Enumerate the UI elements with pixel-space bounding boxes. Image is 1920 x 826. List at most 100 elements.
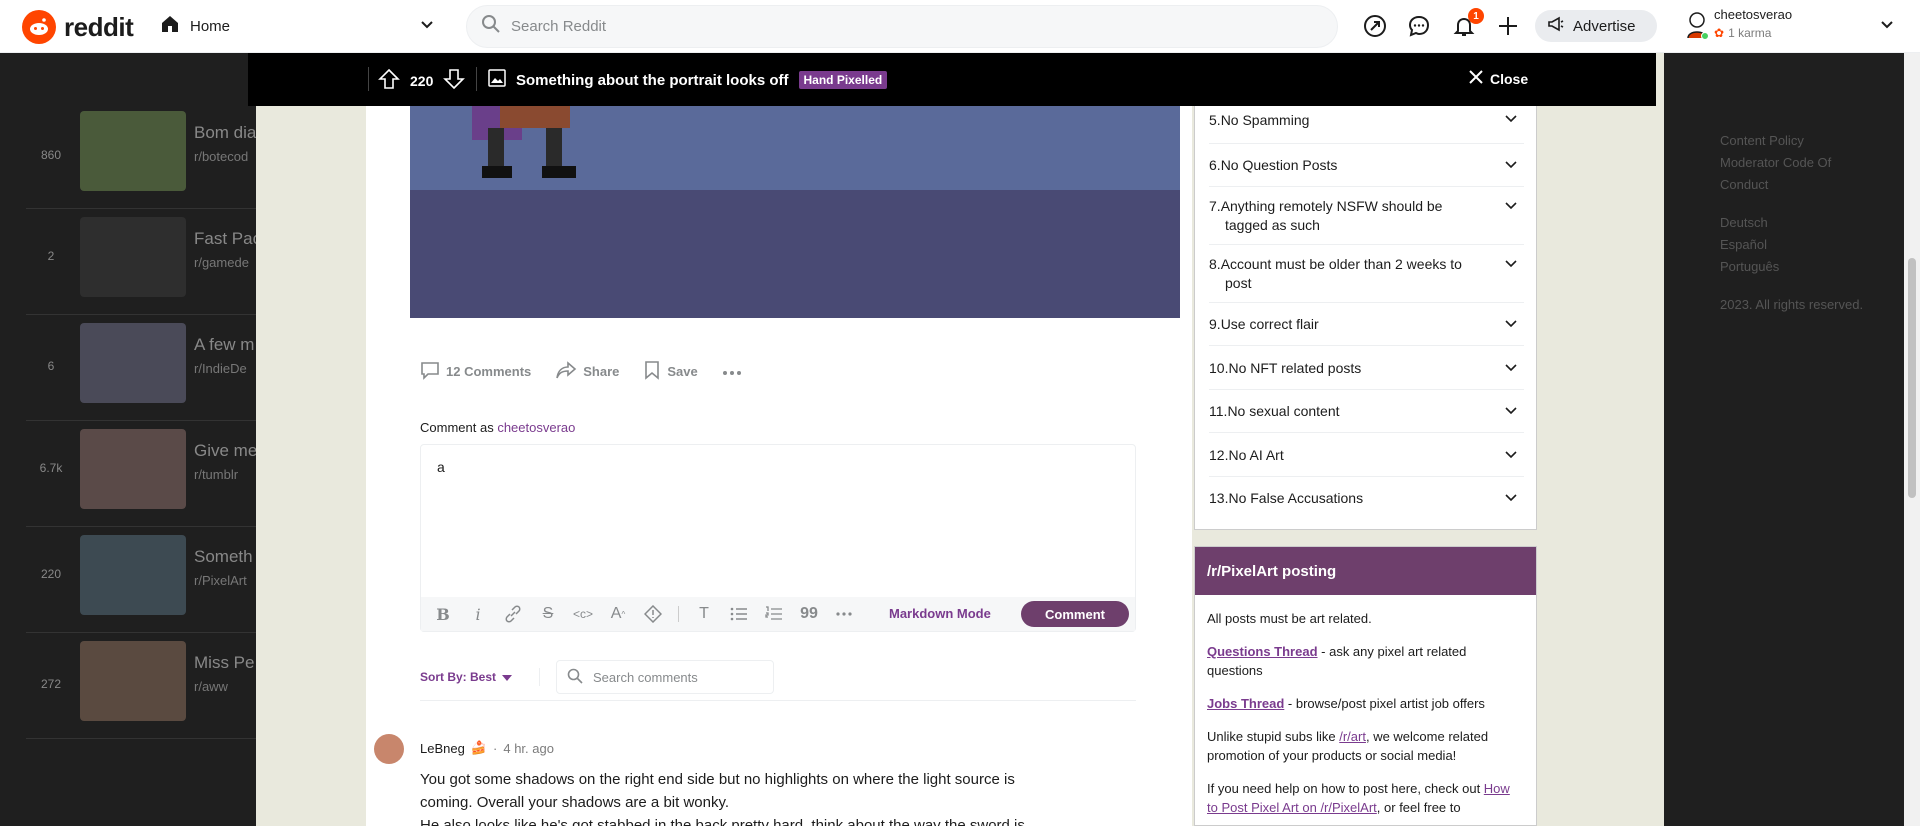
chevron-down-icon — [1880, 18, 1894, 37]
rule-number: 7. — [1209, 198, 1221, 214]
spoiler-icon[interactable] — [643, 604, 663, 624]
share-label: Share — [583, 364, 620, 379]
feed-item[interactable]: 860 Bom dia r/botecod — [26, 103, 256, 209]
footer-link[interactable]: Conduct — [1720, 174, 1863, 196]
rule-item[interactable]: 12.No AI Art — [1209, 433, 1524, 477]
share-button[interactable]: Share — [555, 360, 619, 383]
create-post-icon[interactable] — [1496, 14, 1520, 38]
comment-icon — [420, 360, 440, 383]
comment-submit-button[interactable]: Comment — [1021, 601, 1129, 627]
divider — [368, 67, 369, 91]
search-input[interactable]: Search Reddit — [511, 18, 606, 35]
widget-paragraph: Unlike stupid subs like /r/art, we welco… — [1207, 727, 1524, 765]
home-dropdown[interactable]: Home — [160, 12, 438, 40]
rule-number: 8. — [1209, 256, 1221, 272]
footer-link[interactable]: Português — [1720, 256, 1863, 278]
save-button[interactable]: Save — [643, 360, 698, 383]
bulleted-list-icon[interactable] — [729, 604, 749, 624]
footer-link[interactable]: Deutsch — [1720, 212, 1863, 234]
rule-item[interactable]: 5.No Spamming — [1209, 106, 1524, 144]
rule-number: 6. — [1209, 157, 1221, 173]
rule-item[interactable]: 10.No NFT related posts — [1209, 346, 1524, 390]
feed-item[interactable]: 6.7k Give me r/tumblr — [26, 421, 257, 527]
popular-icon[interactable] — [1363, 14, 1387, 38]
pixel-character-legs — [472, 106, 576, 178]
rule-item[interactable]: 7.Anything remotely NSFW should be tagge… — [1209, 187, 1524, 245]
feed-subreddit: r/gamede — [194, 255, 249, 270]
reddit-logo[interactable]: reddit — [22, 10, 134, 44]
downvote-icon[interactable] — [443, 68, 466, 93]
advertise-button[interactable]: Advertise — [1535, 10, 1657, 42]
chevron-down-icon — [1504, 317, 1518, 334]
feed-subreddit: r/aww — [194, 679, 228, 694]
post-image[interactable] — [410, 106, 1180, 318]
user-menu[interactable]: cheetosverao ✿ 1 karma — [1684, 6, 1894, 46]
superscript-icon[interactable]: A ^ — [608, 604, 628, 624]
rule-item[interactable]: 13.No False Accusations — [1209, 477, 1524, 521]
feed-item[interactable]: 6 A few m r/IndieDe — [26, 315, 256, 421]
link-icon[interactable] — [503, 604, 523, 624]
separator: · — [493, 740, 498, 756]
image-icon — [488, 69, 506, 91]
questions-thread-link[interactable]: Questions Thread — [1207, 644, 1318, 659]
widget-text: , or feel free to — [1376, 800, 1461, 815]
rule-label: No AI Art — [1228, 447, 1284, 463]
comment-search-input[interactable]: Search comments — [593, 670, 698, 685]
heading-icon[interactable]: T — [694, 604, 714, 624]
save-label: Save — [667, 364, 698, 379]
jobs-thread-link[interactable]: Jobs Thread — [1207, 696, 1284, 711]
r-art-link[interactable]: /r/art — [1339, 729, 1366, 744]
footer-link[interactable]: Moderator Code Of — [1720, 152, 1863, 174]
scrollbar[interactable] — [1904, 53, 1920, 826]
comment-textarea[interactable]: a — [437, 459, 445, 475]
feed-item[interactable]: 2 Fast Pac r/gamede — [26, 209, 261, 315]
more-options-icon[interactable] — [722, 364, 742, 379]
bold-icon[interactable]: B — [433, 604, 453, 624]
footer-link[interactable]: Español — [1720, 234, 1863, 256]
search-bar[interactable]: Search Reddit — [466, 5, 1338, 48]
inline-code-icon[interactable]: <c> — [573, 604, 593, 624]
footer-link[interactable]: Content Policy — [1720, 130, 1863, 152]
strikethrough-icon[interactable]: S — [538, 604, 558, 624]
close-button[interactable]: Close — [1468, 69, 1528, 88]
upvote-icon[interactable] — [378, 68, 400, 93]
thumbnail — [80, 429, 186, 509]
markdown-mode-button[interactable]: Markdown Mode — [889, 606, 991, 621]
reddit-alien-icon — [22, 10, 56, 44]
sort-dropdown[interactable]: Sort By: Best — [420, 670, 513, 684]
home-label: Home — [190, 17, 231, 35]
quote-icon[interactable]: 99 — [799, 604, 819, 624]
feed-title: Bom dia — [194, 123, 257, 142]
close-label: Close — [1490, 70, 1529, 87]
feed-item[interactable]: 272 Miss Pe r/aww — [26, 633, 256, 739]
feed-subreddit: r/botecod — [194, 149, 249, 164]
post-flair[interactable]: Hand Pixelled — [798, 71, 888, 89]
posting-guidelines-widget: /r/PixelArt posting All posts must be ar… — [1194, 546, 1537, 826]
bookmark-icon — [643, 360, 661, 383]
more-options-icon[interactable] — [834, 604, 854, 624]
numbered-list-icon[interactable] — [764, 604, 784, 624]
notification-badge: 1 — [1468, 8, 1484, 24]
rule-item[interactable]: 6.No Question Posts — [1209, 144, 1524, 187]
comments-button[interactable]: 12 Comments — [420, 360, 531, 383]
comment-avatar[interactable] — [374, 734, 404, 764]
scrollbar-thumb[interactable] — [1908, 258, 1916, 498]
comment-search[interactable]: Search comments — [556, 660, 774, 694]
comment-time[interactable]: 4 hr. ago — [503, 741, 554, 756]
feed-item[interactable]: 220 Someth r/PixelArt — [26, 527, 256, 633]
megaphone-icon — [1547, 15, 1565, 37]
italic-icon[interactable]: i — [468, 604, 488, 624]
rule-item[interactable]: 8.Account must be older than 2 weeks to … — [1209, 245, 1524, 303]
rule-number: 12. — [1209, 447, 1229, 463]
chat-icon[interactable] — [1407, 14, 1431, 38]
comment-author[interactable]: LeBneg — [420, 741, 465, 756]
vote-count: 2 — [47, 249, 55, 263]
rule-item[interactable]: 9.Use correct flair — [1209, 303, 1524, 346]
comment-editor[interactable]: a B i S <c> A ^ T 99 Markdown Mode Comme… — [420, 444, 1136, 632]
search-icon — [481, 14, 501, 39]
comment-as-username[interactable]: cheetosverao — [497, 420, 575, 435]
vote-controls: 220 — [378, 68, 466, 93]
comment-text: You got some shadows on the right end si… — [420, 771, 1015, 788]
chevron-down-icon — [1504, 448, 1518, 465]
rule-item[interactable]: 11.No sexual content — [1209, 390, 1524, 433]
